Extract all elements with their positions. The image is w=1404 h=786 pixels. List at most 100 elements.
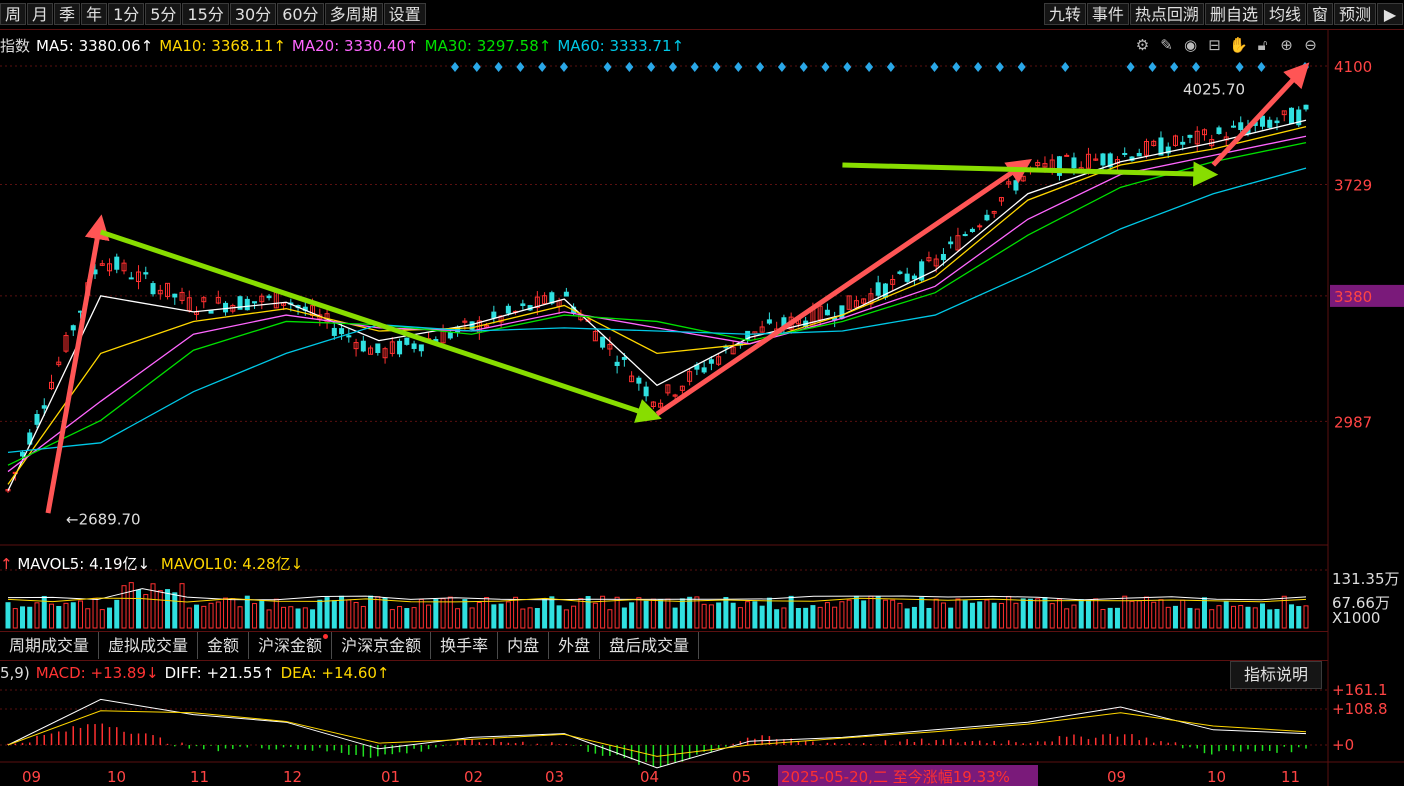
candle-body [1136, 152, 1142, 157]
signal-diamond-icon [1126, 62, 1135, 72]
volume-bar [1078, 599, 1084, 629]
volume-bar [998, 602, 1004, 629]
volume-bar [411, 607, 417, 629]
volume-bar [1209, 609, 1215, 629]
signal-diamond-icon [952, 62, 961, 72]
candle-body [1100, 153, 1106, 166]
candle-body [1259, 115, 1265, 127]
volume-bar [27, 606, 33, 629]
volume-bar [1114, 607, 1120, 629]
signal-diamond-icon [494, 62, 503, 72]
ma-line-MA5 [7, 119, 1307, 491]
volume-bar [991, 602, 997, 629]
x-axis-label: 01 [381, 768, 400, 786]
x-axis-label: 10 [1207, 768, 1226, 786]
signal-diamond-icon [451, 62, 459, 72]
volume-bar [114, 599, 120, 629]
volume-bar [455, 608, 461, 629]
volume-bar [955, 598, 961, 629]
x-axis-highlight: 2025-05-20,二 至今涨幅19.33% [781, 768, 1010, 786]
volume-bar [534, 608, 540, 629]
volume-bar [404, 608, 410, 629]
volume-bar [549, 596, 555, 629]
x-axis-label: 09 [1107, 768, 1126, 786]
x-axis-label: 11 [190, 768, 209, 786]
candle-body [172, 293, 178, 298]
candle-body [128, 277, 134, 280]
volume-bar [1013, 602, 1019, 629]
candle-body [252, 301, 258, 304]
volume-bar [658, 599, 664, 629]
volume-bar [832, 606, 838, 629]
candle-body [636, 377, 642, 384]
volume-bar [1093, 598, 1099, 629]
volume-bar [302, 607, 308, 629]
volume-bar [672, 607, 678, 629]
candle-body [1274, 120, 1280, 124]
volume-bar [360, 605, 366, 629]
signal-diamond-icon [712, 62, 721, 72]
signal-diamond-icon [886, 62, 895, 72]
volume-bar [571, 605, 577, 629]
x-axis-label: 10 [107, 768, 126, 786]
volume-bar [592, 602, 598, 629]
signal-diamond-icon [821, 62, 830, 72]
candle-body [375, 343, 381, 354]
volume-bar [1158, 599, 1164, 629]
signal-diamond-icon [603, 62, 612, 72]
candle-body [621, 357, 627, 360]
candle-body [875, 282, 881, 296]
candle-body [904, 273, 910, 282]
candle-body [1071, 157, 1077, 169]
volume-bar [1107, 607, 1113, 629]
volume-bar [563, 609, 569, 629]
volume-bar [179, 583, 185, 629]
volume-bar [824, 602, 830, 629]
signal-diamond-icon [777, 62, 786, 72]
volume-bar [745, 601, 751, 629]
volume-bar [1238, 605, 1244, 629]
signal-diamond-icon [974, 62, 983, 72]
volume-bar [1100, 608, 1106, 629]
volume-bar [78, 600, 84, 629]
volume-axis-unit: X1000 [1332, 609, 1380, 627]
signal-diamond-icon [843, 62, 852, 72]
candle-body [897, 271, 903, 274]
candle-body [360, 340, 366, 352]
volume-bar [708, 604, 714, 629]
volume-bar [70, 602, 76, 629]
low-label: ←2689.70 [66, 510, 141, 528]
volume-bar [1201, 597, 1207, 629]
signal-diamond-icon [625, 62, 634, 72]
volume-bar [505, 601, 511, 629]
volume-bar [875, 596, 881, 629]
volume-bar [1129, 600, 1135, 629]
volume-bar [259, 600, 265, 629]
candle-body [41, 405, 47, 409]
volume-bar [730, 602, 736, 629]
signal-diamond-icon [865, 62, 874, 72]
volume-bar [433, 599, 439, 629]
volume-bar [1296, 606, 1302, 629]
volume-bar [614, 596, 620, 629]
volume-bar [687, 596, 693, 629]
volume-bar [63, 602, 69, 629]
x-axis-label: 05 [732, 768, 751, 786]
volume-bar [484, 597, 490, 629]
volume-bar [810, 605, 816, 629]
volume-bar [1071, 604, 1077, 629]
candle-body [404, 337, 410, 345]
volume-bar [890, 599, 896, 629]
kline-chart[interactable]: 41003729338029874025.70←2689.70131.35万67… [0, 0, 1404, 786]
price-axis-label: 2987 [1334, 413, 1372, 431]
volume-bar [107, 607, 113, 629]
volume-bar [440, 598, 446, 629]
volume-bar [324, 597, 330, 629]
x-axis-label: 11 [1281, 768, 1300, 786]
volume-bar [12, 608, 18, 629]
volume-bar [1151, 601, 1157, 629]
candle-body [1267, 119, 1273, 128]
volume-bar [194, 604, 200, 629]
volume-bar [969, 602, 975, 629]
candle-body [20, 452, 26, 457]
